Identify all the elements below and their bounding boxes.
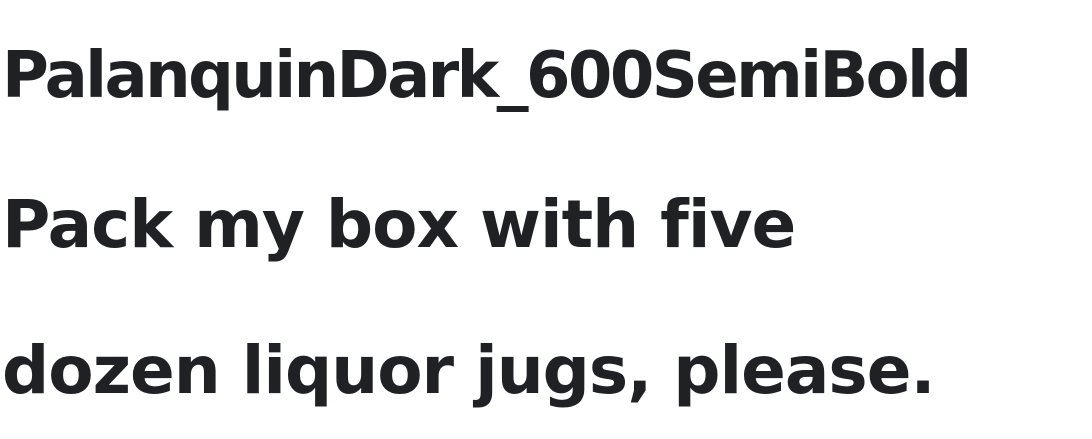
sample-text-line-1: Pack my box with five xyxy=(2,186,796,263)
sample-text-line-2: dozen liquor jugs, please. xyxy=(2,332,936,409)
font-name-heading: PalanquinDark_600SemiBold xyxy=(2,39,972,113)
font-specimen: PalanquinDark_600SemiBold Pack my box wi… xyxy=(0,0,1092,439)
